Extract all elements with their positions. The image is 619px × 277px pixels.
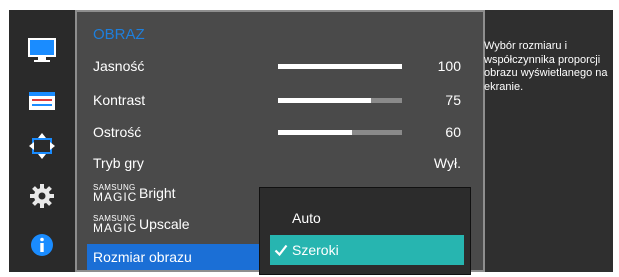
menu-item-label: Ostrość xyxy=(93,124,142,140)
menu-item-magic-upscale[interactable]: SAMSUNG MAGIC Upscale xyxy=(93,214,273,238)
magic-brand-label: MAGIC xyxy=(93,221,138,235)
magic-brand-label: MAGIC xyxy=(93,190,138,204)
picture-size-submenu: Auto Szeroki xyxy=(259,187,471,275)
menu-item-value: 100 xyxy=(437,58,461,74)
menu-item-brightness[interactable]: Jasność 100 xyxy=(93,55,473,77)
menu-item-label: Upscale xyxy=(139,216,190,232)
menu-item-label: Kontrast xyxy=(93,92,146,108)
menu-item-value: 75 xyxy=(445,92,461,108)
osd-screen: OBRAZ Jasność 100 Kontrast 75 Ostrość 60… xyxy=(0,0,619,277)
menu-item-value: Wył. xyxy=(433,155,461,171)
menu-item-label: Jasność xyxy=(93,58,145,74)
menu-item-label: Tryb gry xyxy=(93,155,144,171)
option-wide[interactable]: Szeroki xyxy=(270,235,464,265)
gear-icon[interactable] xyxy=(25,181,59,211)
option-auto[interactable]: Auto xyxy=(270,203,464,233)
menu-item-label: Rozmiar obrazu xyxy=(93,249,192,265)
help-text: Wybór rozmiaru i współczynnika proporcji… xyxy=(484,40,608,93)
menu-item-magic-bright[interactable]: SAMSUNG MAGIC Bright xyxy=(93,183,273,207)
sidebar xyxy=(9,10,75,272)
menu-item-picture-size[interactable]: Rozmiar obrazu xyxy=(87,244,259,270)
menu-item-contrast[interactable]: Kontrast 75 xyxy=(93,89,473,111)
menu-item-sharpness[interactable]: Ostrość 60 xyxy=(93,121,473,143)
sharpness-slider[interactable] xyxy=(278,130,402,135)
option-label: Szeroki xyxy=(292,242,339,258)
menu-item-label: Bright xyxy=(139,185,176,201)
checkmark-icon xyxy=(274,244,288,257)
contrast-slider[interactable] xyxy=(278,98,402,103)
info-icon[interactable] xyxy=(25,230,59,260)
brightness-slider[interactable] xyxy=(278,64,402,69)
menu-item-value: 60 xyxy=(445,124,461,140)
settings-panel-icon[interactable] xyxy=(25,86,59,116)
menu-title: OBRAZ xyxy=(93,26,145,43)
menu-item-game-mode[interactable]: Tryb gry Wył. xyxy=(93,152,473,174)
resize-arrows-icon[interactable] xyxy=(25,131,59,161)
option-label: Auto xyxy=(292,210,321,226)
monitor-icon[interactable] xyxy=(25,36,59,66)
